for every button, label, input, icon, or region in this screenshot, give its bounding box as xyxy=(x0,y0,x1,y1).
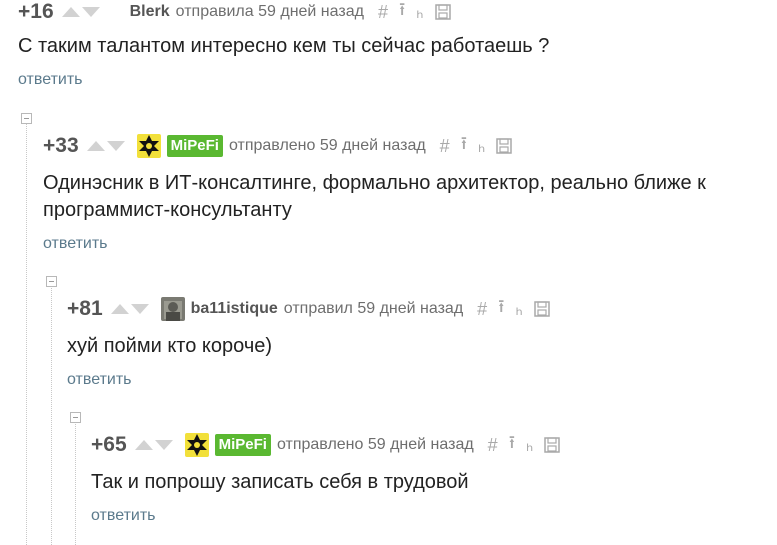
save-icon[interactable] xyxy=(544,437,561,453)
reply-link[interactable]: ответить xyxy=(43,235,108,253)
vote-up-icon[interactable] xyxy=(110,304,129,314)
comment-header: +81 ba11istique отправил 59 дней назад #… xyxy=(67,294,561,324)
save-icon[interactable] xyxy=(496,138,513,154)
save-icon[interactable] xyxy=(534,301,550,317)
collapse-icon[interactable] xyxy=(46,276,57,287)
comment-header: +65 MiPeFi отправлено 59 дней назад # ⭱ … xyxy=(91,430,572,460)
avatar[interactable] xyxy=(184,433,209,457)
thread-line-level-1 xyxy=(26,120,27,545)
comment-tools: # ⭱ ₕ xyxy=(477,294,561,324)
link-hash-icon[interactable]: # xyxy=(477,299,487,320)
collapse-icon[interactable] xyxy=(21,113,32,124)
vote-down-icon[interactable] xyxy=(81,7,100,17)
avatar[interactable] xyxy=(136,134,161,158)
reply-link[interactable]: ответить xyxy=(18,71,83,89)
save-icon[interactable] xyxy=(434,4,451,20)
reply-link[interactable]: ответить xyxy=(67,371,132,389)
link-hash-icon[interactable]: # xyxy=(378,2,388,23)
vote-buttons xyxy=(86,141,125,151)
comment-tools: # ⭱ ₕ xyxy=(488,430,572,460)
link-hash-icon[interactable]: # xyxy=(440,136,450,157)
comment-text-line-1: Одинэсник в ИТ-консалтинге, формально ар… xyxy=(43,172,706,194)
vote-up-icon[interactable] xyxy=(61,7,80,17)
comment-header: +16 Blerk отправила 59 дней назад # ⭱ ₕ xyxy=(18,0,462,24)
comment-header: +33 MiPeFi отправлено 59 дней назад # ⭱ … xyxy=(43,131,524,161)
vote-buttons xyxy=(134,440,173,450)
posted-time: отправлено 59 дней назад xyxy=(228,137,426,154)
rating: +33 xyxy=(43,134,79,157)
vote-up-icon[interactable] xyxy=(86,141,105,151)
vote-down-icon[interactable] xyxy=(106,141,125,151)
branch-icon[interactable]: ₕ xyxy=(478,136,485,157)
avatar[interactable] xyxy=(160,297,185,321)
username-badge[interactable]: MiPeFi xyxy=(166,135,223,157)
comment-text: Так и попрошу записать себя в трудовой xyxy=(91,471,469,493)
username-badge[interactable]: MiPeFi xyxy=(214,434,271,456)
comment-text: С таким талантом интересно кем ты сейчас… xyxy=(18,35,550,57)
rating: +81 xyxy=(67,297,103,320)
collapse-icon[interactable] xyxy=(70,412,81,423)
posted-time: отправлено 59 дней назад xyxy=(276,436,474,453)
vote-down-icon[interactable] xyxy=(130,304,149,314)
vote-up-icon[interactable] xyxy=(134,440,153,450)
comment-tools: # ⭱ ₕ xyxy=(378,0,462,27)
username[interactable]: ba11istique xyxy=(191,300,278,318)
vote-down-icon[interactable] xyxy=(154,440,173,450)
comment-text-line-2: программист-консультанту xyxy=(43,199,292,221)
thread-line-level-3 xyxy=(75,420,76,545)
vote-buttons xyxy=(110,304,149,314)
go-to-parent-icon[interactable]: ⭱ xyxy=(509,430,515,460)
go-to-parent-icon[interactable]: ⭱ xyxy=(498,294,504,324)
username[interactable]: Blerk xyxy=(130,3,170,21)
branch-icon[interactable]: ₕ xyxy=(526,435,533,456)
branch-icon[interactable]: ₕ xyxy=(416,2,423,23)
thread-line-level-2 xyxy=(51,283,52,545)
rating: +65 xyxy=(91,433,127,456)
comment-text: хуй пойми кто короче) xyxy=(67,335,273,357)
posted-time: отправила 59 дней назад xyxy=(175,3,364,20)
reply-link[interactable]: ответить xyxy=(91,507,156,525)
branch-icon[interactable]: ₕ xyxy=(515,299,522,320)
comment-tools: # ⭱ ₕ xyxy=(440,131,524,161)
go-to-parent-icon[interactable]: ⭱ xyxy=(399,0,405,27)
link-hash-icon[interactable]: # xyxy=(488,435,498,456)
posted-time: отправил 59 дней назад xyxy=(283,300,464,317)
go-to-parent-icon[interactable]: ⭱ xyxy=(461,131,467,161)
rating: +16 xyxy=(18,0,54,23)
vote-buttons xyxy=(61,7,100,17)
